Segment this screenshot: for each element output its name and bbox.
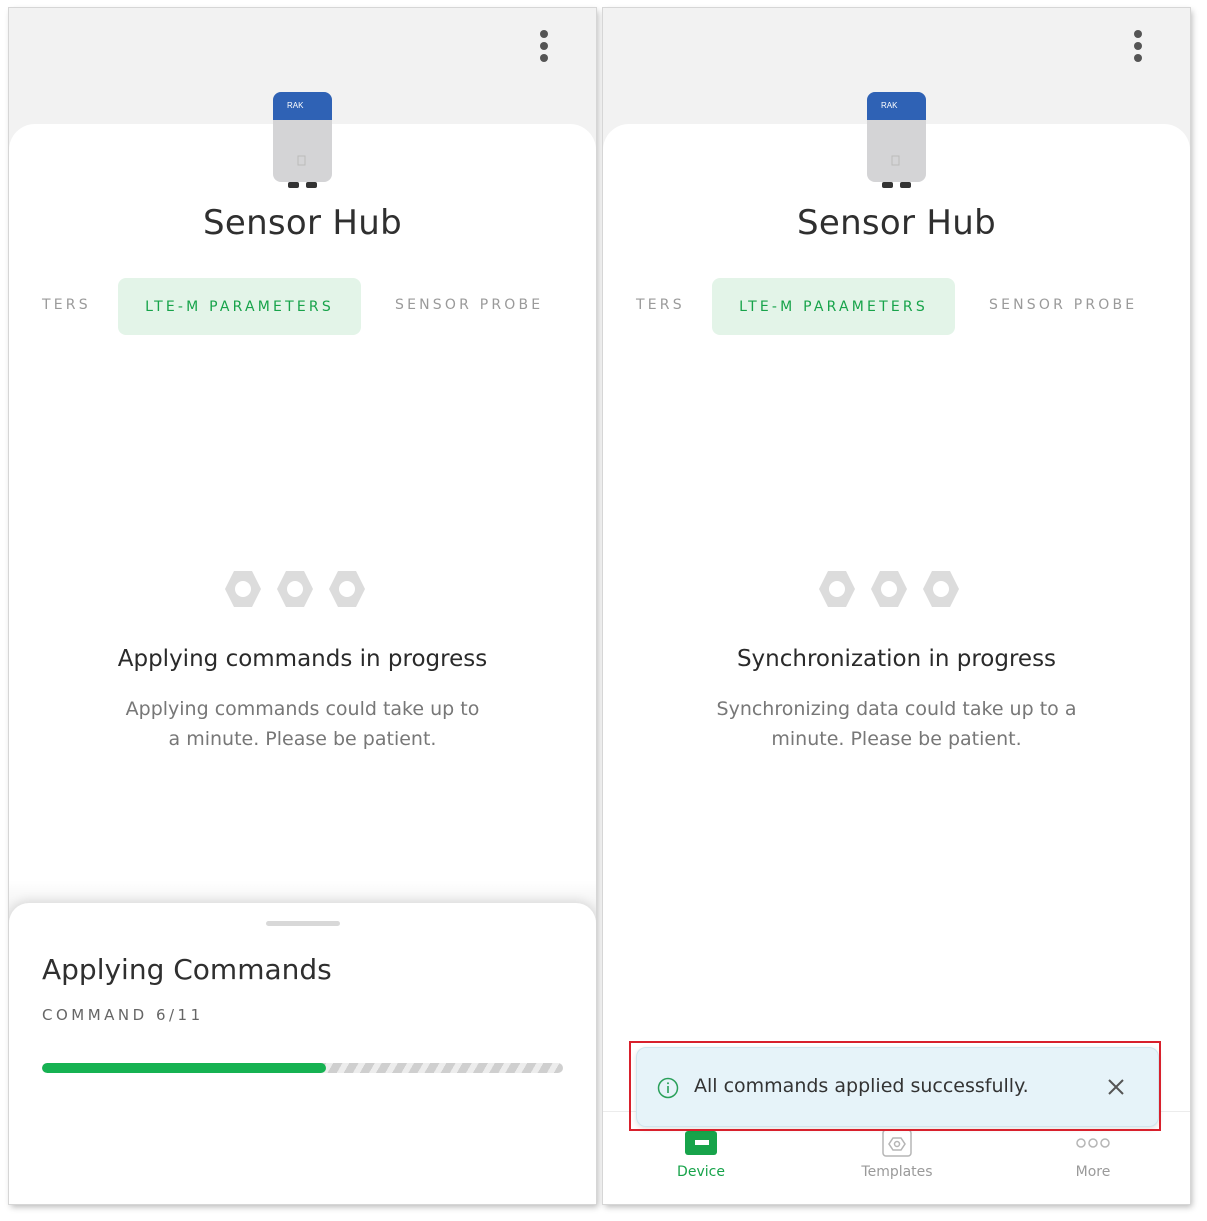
sheet-title: Applying Commands (42, 953, 332, 986)
overflow-menu-icon[interactable] (1134, 30, 1142, 62)
device-image: RAK (273, 92, 332, 188)
loading-hexagons-icon (225, 571, 365, 607)
tab-lte-m-parameters[interactable]: LTE-M PARAMETERS (118, 278, 361, 335)
progress-fill (42, 1063, 326, 1073)
highlight-box (629, 1041, 1161, 1131)
tab-lte-m-parameters[interactable]: LTE-M PARAMETERS (712, 278, 955, 335)
nav-more[interactable]: More (1033, 1128, 1153, 1180)
template-icon (882, 1129, 912, 1157)
sheet-drag-handle[interactable] (266, 921, 340, 926)
device-title: Sensor Hub (202, 203, 403, 243)
device-title: Sensor Hub (796, 203, 997, 243)
status-title: Synchronization in progress (736, 646, 1057, 672)
tab-sensor-probe[interactable]: SENSOR PROBE (989, 297, 1137, 313)
status-description: Synchronizing data could take up to a mi… (716, 698, 1077, 750)
nav-device[interactable]: Device (641, 1128, 761, 1180)
device-brand-text: RAK (287, 101, 304, 110)
overflow-menu-icon[interactable] (540, 30, 548, 62)
nav-device-label: Device (677, 1164, 725, 1180)
device-image: RAK (867, 92, 926, 188)
command-counter: COMMAND 6/11 (42, 1006, 204, 1024)
device-icon (685, 1131, 717, 1155)
more-dots-icon (1076, 1138, 1110, 1148)
left-screen: RAK Sensor Hub TERS LTE-M PARAMETERS SEN… (9, 8, 596, 1204)
status-description: Applying commands could take up to a min… (125, 698, 480, 750)
loading-hexagons-icon (819, 571, 959, 607)
right-screen: RAK Sensor Hub TERS LTE-M PARAMETERS SEN… (603, 8, 1190, 1204)
tab-parameters[interactable]: TERS (636, 297, 685, 313)
tab-parameters[interactable]: TERS (42, 297, 91, 313)
command-progress-bar (42, 1063, 563, 1073)
device-brand-text: RAK (881, 101, 898, 110)
nav-templates-label: Templates (861, 1164, 933, 1180)
tab-sensor-probe[interactable]: SENSOR PROBE (395, 297, 543, 313)
nav-templates[interactable]: Templates (837, 1128, 957, 1180)
applying-commands-sheet: Applying Commands COMMAND 6/11 (9, 903, 596, 1204)
status-title: Applying commands in progress (117, 646, 488, 672)
nav-more-label: More (1075, 1164, 1111, 1180)
